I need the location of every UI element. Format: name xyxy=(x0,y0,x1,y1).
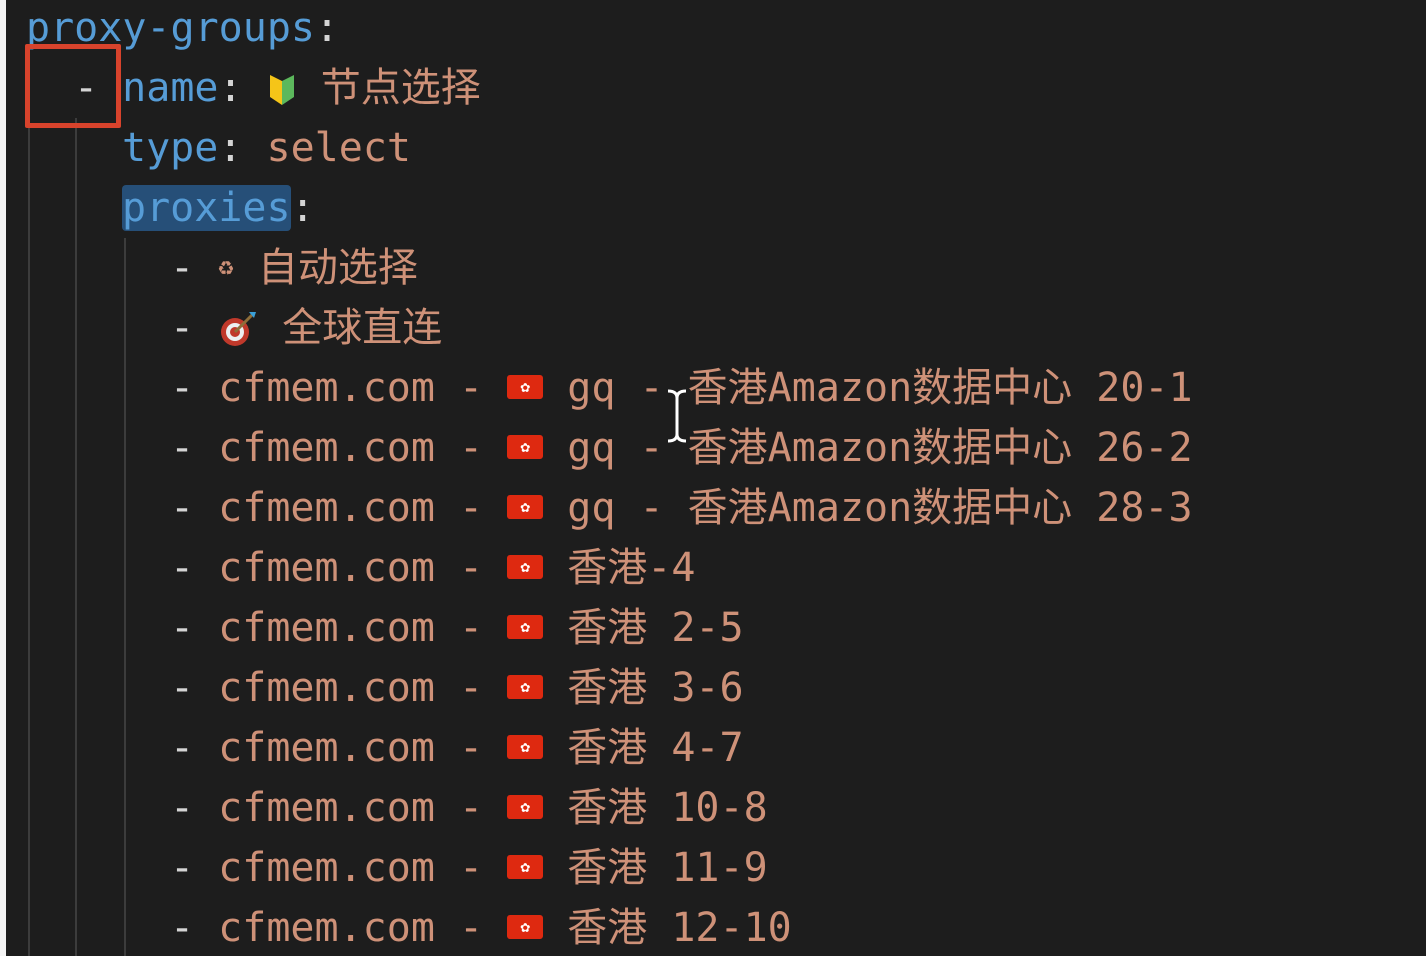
proxy-list-item[interactable]: - 全球直连 xyxy=(170,298,442,358)
proxy-list-item[interactable]: - cfmem.com - gq - 香港Amazon数据中心 28-3 xyxy=(170,478,1193,538)
proxy-list-item[interactable]: - cfmem.com - 香港 12-10 xyxy=(170,898,792,956)
indent-guide xyxy=(75,118,77,956)
proxy-list-item[interactable]: - cfmem.com - 香港 4-7 xyxy=(170,718,744,778)
group-name-value: 节点选择 xyxy=(320,65,481,111)
recycle-icon: ♻ xyxy=(218,252,234,282)
indent-guide xyxy=(124,238,126,956)
text-cursor-icon xyxy=(667,389,687,443)
code-line-proxies[interactable]: proxies: xyxy=(122,178,315,238)
code-line-type[interactable]: type: select xyxy=(122,118,411,178)
proxy-list-item[interactable]: - ♻ 自动选择 xyxy=(170,238,418,298)
proxy-list-item[interactable]: - cfmem.com - 香港 11-9 xyxy=(170,838,768,898)
code-line-name[interactable]: - name: 节点选择 xyxy=(74,58,481,118)
yaml-key-name: name xyxy=(122,65,219,111)
hk-flag-icon xyxy=(507,675,544,699)
editor-left-edge xyxy=(0,0,6,956)
beginner-shield-icon xyxy=(267,60,297,120)
hk-flag-icon xyxy=(507,915,544,939)
hk-flag-icon xyxy=(507,795,544,819)
annotation-highlight-box xyxy=(25,44,121,128)
target-icon xyxy=(218,300,258,360)
hk-flag-icon xyxy=(507,435,544,459)
proxy-list-item[interactable]: - cfmem.com - 香港-4 xyxy=(170,538,695,598)
proxy-list-item[interactable]: - cfmem.com - 香港 3-6 xyxy=(170,658,744,718)
hk-flag-icon xyxy=(507,855,544,879)
yaml-key-type: type xyxy=(122,125,219,171)
hk-flag-icon xyxy=(507,375,544,399)
hk-flag-icon xyxy=(507,615,544,639)
hk-flag-icon xyxy=(507,495,544,519)
proxy-list-item[interactable]: - cfmem.com - 香港 2-5 xyxy=(170,598,744,658)
hk-flag-icon xyxy=(507,555,544,579)
code-editor[interactable]: proxy-groups: - name: 节点选择 type: select … xyxy=(0,0,1426,956)
hk-flag-icon xyxy=(507,735,544,759)
yaml-key-proxies-selected: proxies xyxy=(122,185,291,231)
proxy-list-item[interactable]: - cfmem.com - 香港 10-8 xyxy=(170,778,768,838)
indent-guide xyxy=(28,60,30,956)
group-type-value: select xyxy=(266,125,412,171)
